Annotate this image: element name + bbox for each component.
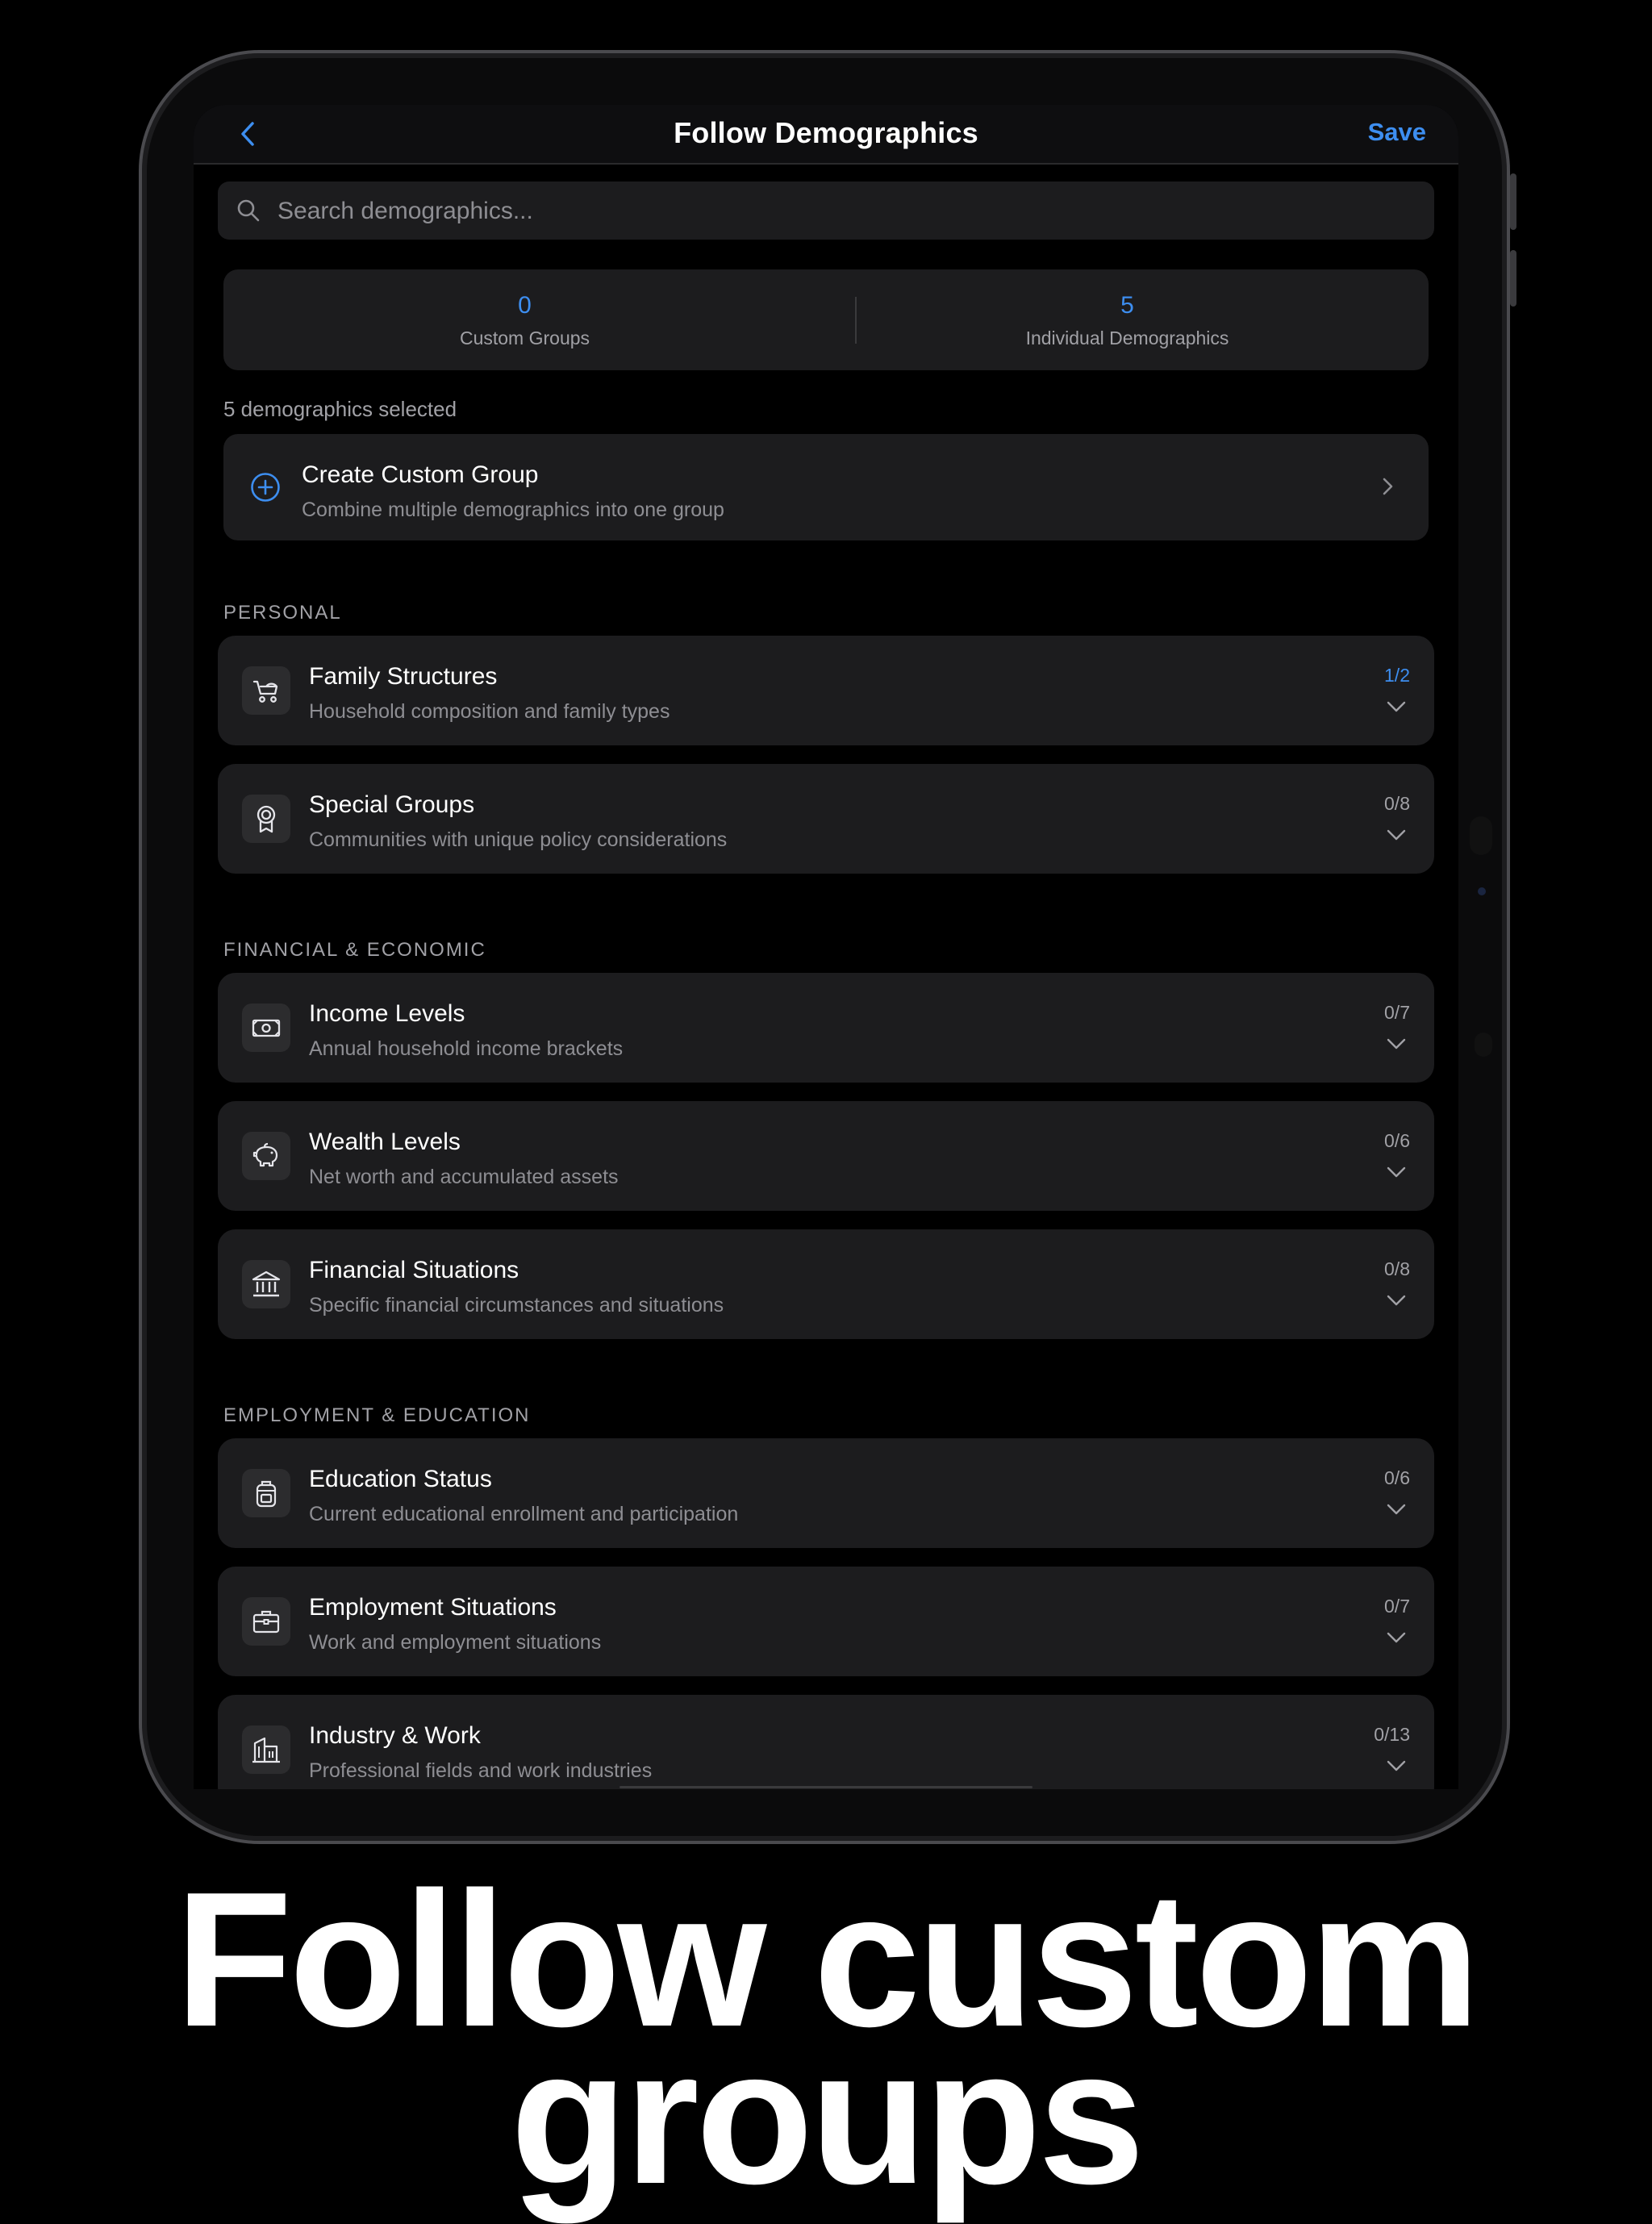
chevron-right-icon: [1383, 478, 1393, 495]
category-title: Employment Situations: [309, 1594, 557, 1621]
category-icon-box: [242, 1132, 290, 1180]
chevron-down-icon[interactable]: [1384, 1034, 1408, 1054]
device-side-button: [1510, 250, 1516, 307]
banknote-icon: [252, 1019, 281, 1037]
section-header-personal: PERSONAL: [223, 602, 342, 624]
piggy-bank-icon: [252, 1142, 278, 1167]
category-title: Special Groups: [309, 791, 475, 818]
category-wealth-levels[interactable]: Wealth Levels Net worth and accumulated …: [218, 1101, 1434, 1211]
category-special-groups[interactable]: Special Groups Communities with unique p…: [218, 764, 1434, 874]
category-title: Financial Situations: [309, 1257, 519, 1283]
selected-count-label: 5 demographics selected: [223, 397, 457, 421]
stat-custom-groups[interactable]: 0 Custom Groups: [223, 269, 826, 370]
category-icon-box: [242, 1725, 290, 1774]
category-count-badge: 0/7: [1384, 1002, 1410, 1023]
category-subtitle: Professional fields and work industries: [309, 1759, 653, 1782]
save-button[interactable]: Save: [1368, 118, 1426, 147]
award-ribbon-icon: [257, 805, 276, 833]
category-count-badge: 0/8: [1384, 793, 1410, 814]
category-subtitle: Net worth and accumulated assets: [309, 1166, 619, 1188]
briefcase-icon: [252, 1610, 280, 1634]
category-subtitle: Household composition and family types: [309, 700, 670, 723]
category-family-structures[interactable]: Family Structures Household composition …: [218, 636, 1434, 745]
chevron-down-icon[interactable]: [1384, 1500, 1408, 1519]
page-title: Follow Demographics: [674, 116, 978, 149]
category-icon-box: [242, 1260, 290, 1308]
chevron-down-icon[interactable]: [1384, 1162, 1408, 1182]
stat-label: Individual Demographics: [1025, 328, 1229, 348]
create-group-title: Create Custom Group: [302, 461, 539, 488]
category-income-levels[interactable]: Income Levels Annual household income br…: [218, 973, 1434, 1083]
stat-value: 0: [518, 292, 532, 319]
chevron-down-icon[interactable]: [1384, 825, 1408, 845]
camera-dot: [1475, 1033, 1492, 1057]
category-icon-box: [242, 1004, 290, 1052]
category-icon-box: [242, 1469, 290, 1517]
office-buildings-icon: [252, 1737, 280, 1763]
category-icon-box: [242, 666, 290, 715]
chevron-down-icon[interactable]: [1384, 1756, 1408, 1775]
section-header-employment: EMPLOYMENT & EDUCATION: [223, 1404, 531, 1426]
bank-building-icon: [252, 1271, 281, 1297]
backpack-icon: [256, 1480, 277, 1508]
camera-dot: [1470, 816, 1492, 855]
plus-circle-icon: [251, 473, 280, 502]
category-industry-work[interactable]: Industry & Work Professional fields and …: [218, 1695, 1434, 1789]
chevron-down-icon[interactable]: [1384, 697, 1408, 716]
category-subtitle: Communities with unique policy considera…: [309, 828, 728, 851]
category-education-status[interactable]: Education Status Current educational enr…: [218, 1438, 1434, 1548]
category-title: Income Levels: [309, 1000, 465, 1027]
category-title: Industry & Work: [309, 1722, 481, 1749]
category-subtitle: Current educational enrollment and parti…: [309, 1503, 739, 1525]
category-subtitle: Annual household income brackets: [309, 1037, 624, 1060]
search-input[interactable]: [276, 182, 1408, 241]
device-side-button: [1510, 173, 1516, 230]
selection-stats-card: 0 Custom Groups 5 Individual Demographic…: [223, 269, 1429, 370]
section-header-financial: FINANCIAL & ECONOMIC: [223, 939, 486, 961]
category-title: Education Status: [309, 1466, 492, 1492]
create-group-subtitle: Combine multiple demographics into one g…: [302, 499, 724, 521]
camera-dot: [1478, 887, 1486, 895]
search-bar[interactable]: [218, 182, 1434, 241]
home-indicator[interactable]: [620, 1786, 1032, 1788]
category-count-badge: 0/6: [1384, 1130, 1410, 1151]
chevron-down-icon[interactable]: [1384, 1628, 1408, 1647]
category-icon-box: [242, 795, 290, 843]
category-count-badge: 1/2: [1384, 665, 1410, 686]
category-subtitle: Specific financial circumstances and sit…: [309, 1294, 724, 1316]
category-count-badge: 0/13: [1374, 1724, 1410, 1745]
category-count-badge: 0/7: [1384, 1596, 1410, 1617]
navigation-bar: Follow Demographics Save: [194, 105, 1458, 165]
search-icon: [237, 199, 260, 222]
stroller-icon: [252, 680, 278, 703]
category-financial-situations[interactable]: Financial Situations Specific financial …: [218, 1229, 1434, 1339]
stat-label: Custom Groups: [459, 328, 590, 348]
category-title: Family Structures: [309, 663, 498, 690]
category-count-badge: 0/8: [1384, 1258, 1410, 1279]
chevron-down-icon[interactable]: [1384, 1291, 1408, 1310]
create-custom-group-button[interactable]: Create Custom Group Combine multiple dem…: [223, 434, 1429, 540]
category-title: Wealth Levels: [309, 1129, 461, 1155]
category-icon-box: [242, 1597, 290, 1646]
app-screen: Follow Demographics Save 0 Custom Groups…: [194, 105, 1458, 1789]
category-subtitle: Work and employment situations: [309, 1631, 602, 1654]
stat-value: 5: [1120, 292, 1134, 319]
category-count-badge: 0/6: [1384, 1467, 1410, 1488]
category-employment-situations[interactable]: Employment Situations Work and employmen…: [218, 1567, 1434, 1676]
stat-individual-demographics[interactable]: 5 Individual Demographics: [826, 269, 1429, 370]
promo-headline-line-2: groups: [510, 2010, 1145, 2224]
